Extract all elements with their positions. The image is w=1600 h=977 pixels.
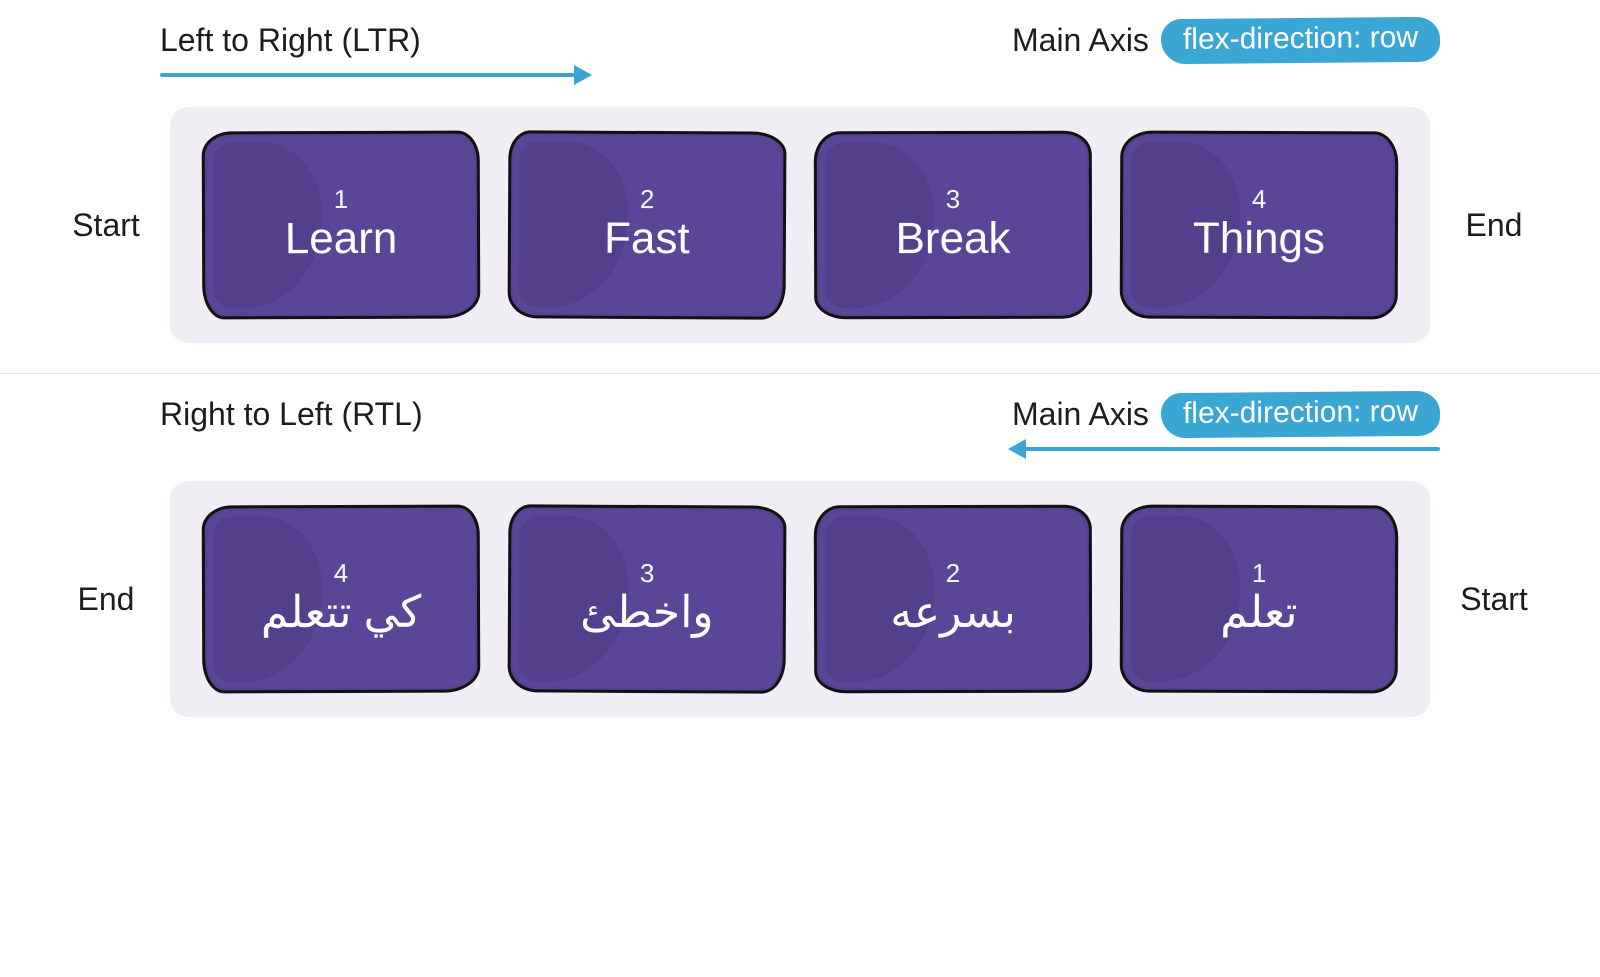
rtl-arrow-row bbox=[60, 447, 1540, 473]
item-number: 2 bbox=[946, 557, 961, 588]
rtl-pill: flex-direction: row bbox=[1161, 391, 1440, 438]
flex-item: 4 Things bbox=[1120, 131, 1399, 320]
flex-item: 3 Break bbox=[814, 131, 1092, 320]
ltr-arrow-row bbox=[60, 73, 1540, 99]
ltr-track: 1 Learn 2 Fast 3 Break 4 Things bbox=[170, 107, 1430, 343]
rtl-start-label: Start bbox=[1448, 581, 1540, 618]
rtl-axis: Main Axis flex-direction: row bbox=[1012, 392, 1440, 437]
item-word: Things bbox=[1193, 216, 1325, 260]
flex-item: 3 واخطئ bbox=[508, 504, 787, 693]
item-word: واخطئ bbox=[580, 590, 714, 635]
rtl-track: 4 كي تتعلم 3 واخطئ 2 بسرعه 1 تعلم bbox=[170, 481, 1430, 717]
rtl-axis-label: Main Axis bbox=[1012, 396, 1149, 433]
flex-item: 1 تعلم bbox=[1120, 505, 1399, 694]
item-word: Fast bbox=[604, 216, 690, 260]
ltr-section: Left to Right (LTR) Main Axis flex-direc… bbox=[0, 0, 1600, 373]
item-number: 4 bbox=[1252, 183, 1267, 214]
item-word: Learn bbox=[285, 216, 398, 260]
ltr-start-label: Start bbox=[60, 207, 152, 244]
item-number: 3 bbox=[946, 183, 961, 214]
flex-item: 2 Fast bbox=[508, 130, 787, 319]
rtl-section: Right to Left (RTL) Main Axis flex-direc… bbox=[0, 374, 1600, 747]
flex-item: 1 Learn bbox=[202, 131, 481, 320]
rtl-title: Right to Left (RTL) bbox=[160, 396, 423, 433]
ltr-pill: flex-direction: row bbox=[1161, 17, 1440, 64]
diagram-root: Left to Right (LTR) Main Axis flex-direc… bbox=[0, 0, 1600, 747]
item-number: 3 bbox=[640, 557, 655, 588]
item-number: 1 bbox=[1252, 557, 1267, 588]
flex-item: 4 كي تتعلم bbox=[202, 505, 481, 694]
ltr-axis-label: Main Axis bbox=[1012, 22, 1149, 59]
ltr-header: Left to Right (LTR) Main Axis flex-direc… bbox=[60, 18, 1540, 67]
rtl-end-label: End bbox=[60, 581, 152, 618]
rtl-header: Right to Left (RTL) Main Axis flex-direc… bbox=[60, 392, 1540, 441]
item-word: كي تتعلم bbox=[261, 590, 422, 635]
rtl-row: End 4 كي تتعلم 3 واخطئ 2 بسرعه 1 تعلم bbox=[60, 481, 1540, 717]
ltr-title: Left to Right (LTR) bbox=[160, 22, 421, 59]
ltr-row: Start 1 Learn 2 Fast 3 Break 4 Things bbox=[60, 107, 1540, 343]
item-word: بسرعه bbox=[890, 590, 1016, 634]
arrow-right-icon bbox=[160, 73, 590, 77]
ltr-end-label: End bbox=[1448, 207, 1540, 244]
arrow-left-icon bbox=[1010, 447, 1440, 451]
item-word: تعلم bbox=[1220, 590, 1297, 634]
item-number: 4 bbox=[334, 557, 349, 588]
item-number: 1 bbox=[334, 183, 349, 214]
item-word: Break bbox=[895, 216, 1010, 260]
flex-item: 2 بسرعه bbox=[814, 505, 1092, 694]
item-number: 2 bbox=[640, 183, 655, 214]
ltr-axis: Main Axis flex-direction: row bbox=[1012, 18, 1440, 63]
